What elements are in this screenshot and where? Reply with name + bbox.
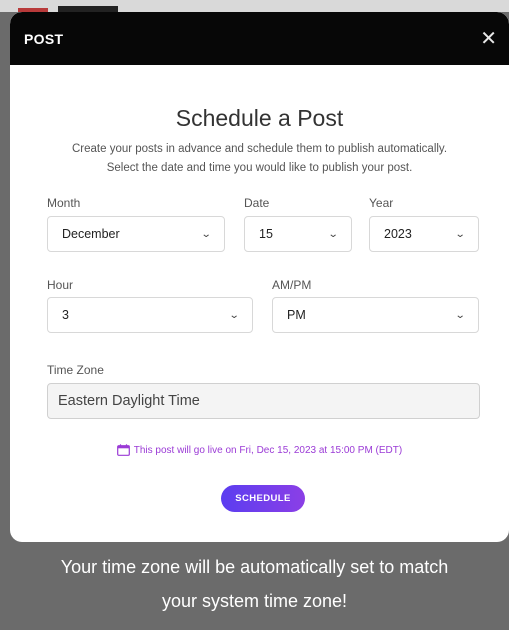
year-label: Year — [369, 196, 394, 210]
ampm-label: AM/PM — [272, 278, 312, 292]
chevron-down-icon: ⌄ — [454, 228, 466, 240]
subtitle-line-1: Create your posts in advance and schedul… — [71, 143, 448, 155]
date-select[interactable]: 15 ⌄ — [244, 216, 352, 252]
schedule-post-modal: POST ✕ Schedule a Post Create your posts… — [10, 12, 509, 542]
subtitle-line-2: Select the date and time you would like … — [106, 162, 413, 174]
go-live-notice: This post will go live on Fri, Dec 15, 2… — [10, 444, 509, 456]
date-value: 15 — [259, 227, 273, 241]
hour-select[interactable]: 3 ⌄ — [47, 297, 253, 333]
chevron-down-icon: ⌄ — [454, 309, 466, 321]
month-label: Month — [47, 196, 81, 210]
month-select[interactable]: December ⌄ — [47, 216, 225, 252]
modal-title: POST — [24, 30, 64, 47]
timezone-field[interactable]: Eastern Daylight Time — [47, 383, 480, 419]
modal-header: POST ✕ — [10, 12, 509, 65]
schedule-button[interactable]: SCHEDULE — [221, 485, 305, 512]
hour-value: 3 — [62, 308, 69, 322]
ampm-value: PM — [287, 308, 306, 322]
date-label: Date — [244, 196, 270, 210]
month-value: December — [62, 227, 120, 241]
hour-label: Hour — [47, 278, 74, 292]
ampm-select[interactable]: PM ⌄ — [272, 297, 479, 333]
year-value: 2023 — [384, 227, 412, 241]
page-title: Schedule a Post — [175, 105, 344, 131]
tooltip-caption: Your time zone will be automatically set… — [0, 550, 509, 618]
close-icon[interactable]: ✕ — [480, 29, 497, 49]
calendar-icon — [116, 444, 130, 456]
tooltip-line-2: your system time zone! — [161, 591, 348, 611]
chevron-down-icon: ⌄ — [228, 309, 240, 321]
chevron-down-icon: ⌄ — [200, 228, 212, 240]
background-window-strip — [0, 0, 509, 12]
year-select[interactable]: 2023 ⌄ — [369, 216, 479, 252]
tooltip-line-1: Your time zone will be automatically set… — [60, 557, 449, 577]
go-live-text: This post will go live on Fri, Dec 15, 2… — [133, 444, 403, 456]
chevron-down-icon: ⌄ — [327, 228, 339, 240]
timezone-label: Time Zone — [47, 363, 104, 377]
timezone-value: Eastern Daylight Time — [58, 393, 200, 409]
